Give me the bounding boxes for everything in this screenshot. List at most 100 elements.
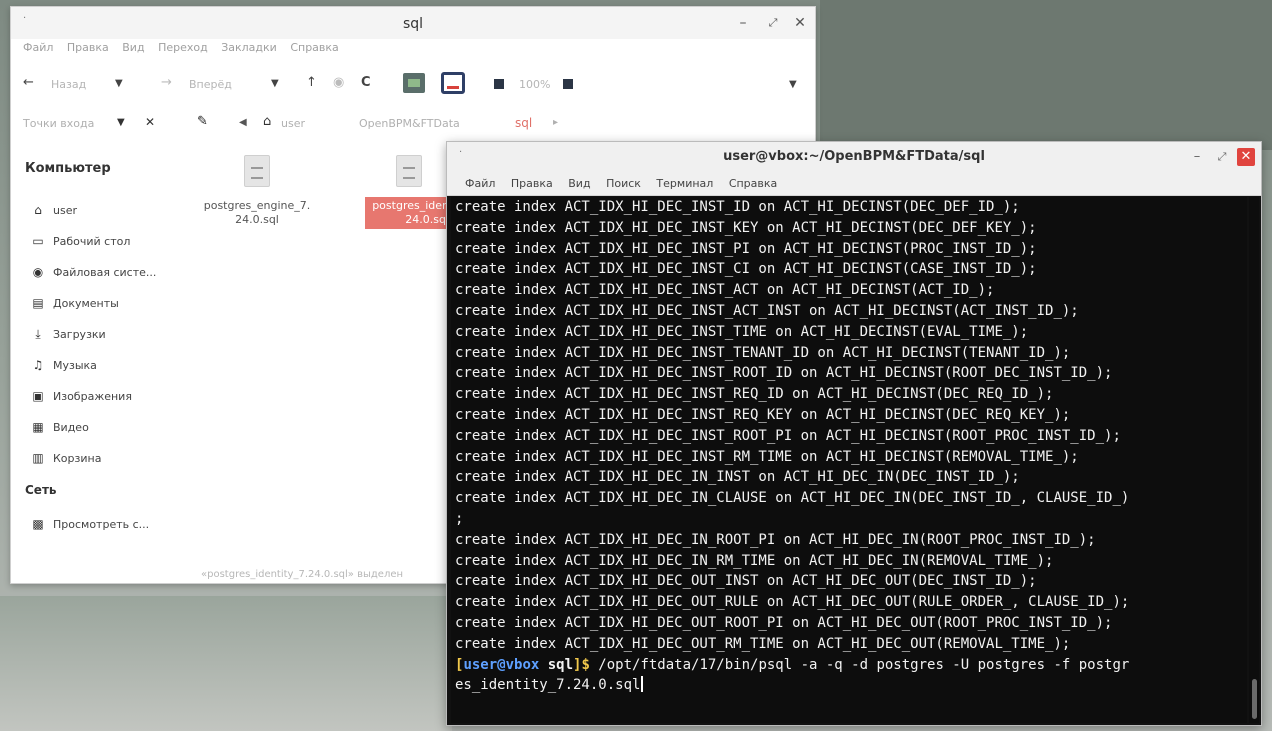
maximize-button[interactable]: ⤢ [763, 13, 783, 33]
output-line: create index ACT_IDX_HI_DEC_INST_REQ_KEY… [455, 406, 1071, 423]
sidebar-item-music[interactable]: ♫ Музыка [31, 356, 181, 374]
minimize-button[interactable]: – [733, 13, 753, 33]
home-crumb-icon[interactable]: ⌂ [263, 114, 271, 129]
file-item-selected[interactable]: postgres_iden 24.0.sql [365, 155, 453, 229]
output-line: create index ACT_IDX_HI_DEC_INST_REQ_ID … [455, 386, 1054, 403]
terminal-scrollbar[interactable] [1249, 197, 1259, 723]
pictures-icon: ▣ [32, 389, 44, 403]
sidebar-item-trash[interactable]: ▥ Корзина [31, 449, 181, 467]
output-line: create index ACT_IDX_HI_DEC_INST_ACT_INS… [455, 302, 1079, 319]
forward-history-chevron-icon[interactable]: ▼ [271, 78, 279, 89]
crumb-user[interactable]: user [281, 117, 305, 130]
sidebar-item-filesystem[interactable]: ◉ Файловая систе... [31, 263, 181, 281]
output-line: create index ACT_IDX_HI_DEC_INST_PI on A… [455, 240, 1037, 257]
output-line: create index ACT_IDX_HI_DEC_INST_ROOT_PI… [455, 427, 1121, 444]
sidebar-item-downloads[interactable]: ⤓ Загрузки [31, 325, 181, 343]
places-chevron-icon[interactable]: ▼ [117, 117, 125, 128]
text-cursor [641, 676, 644, 693]
output-line: create index ACT_IDX_HI_DEC_INST_ID on A… [455, 199, 1020, 215]
output-line: create index ACT_IDX_HI_DEC_INST_CI on A… [455, 261, 1037, 278]
minimize-button[interactable]: – [1187, 147, 1207, 167]
close-button[interactable]: ✕ [1237, 148, 1255, 166]
file-item[interactable]: postgres_engine_7. 24.0.sql [197, 155, 317, 229]
desktop-band-bottom [0, 596, 452, 731]
sidebar-item-label: Рабочий стол [53, 235, 131, 248]
output-line: create index ACT_IDX_HI_DEC_IN_RM_TIME o… [455, 552, 1054, 569]
zoom-out-icon[interactable] [494, 79, 504, 89]
desktop-icon: ▭ [32, 234, 44, 248]
prompt-cwd: sql [539, 656, 574, 673]
video-icon: ▦ [32, 420, 44, 434]
terminal-titlebar[interactable]: · user@vbox:~/OpenBPM&FTData/sql – ⤢ ✕ [447, 142, 1261, 172]
sidebar-item-user[interactable]: ⌂ user [31, 201, 181, 219]
file-manager-menubar: Файл Правка Вид Переход Закладки Справка [11, 41, 815, 61]
sidebar-item-browse-network[interactable]: ▩ Просмотреть с... [31, 515, 181, 533]
sql-file-icon [396, 155, 422, 187]
path-left-icon[interactable]: ◀ [239, 117, 247, 128]
output-line: create index ACT_IDX_HI_DEC_OUT_RM_TIME … [455, 635, 1071, 652]
terminal-window: · user@vbox:~/OpenBPM&FTData/sql – ⤢ ✕ Ф… [446, 141, 1262, 726]
terminal-output[interactable]: create index ACT_IDX_HI_DEC_INST_ID on A… [451, 197, 1247, 723]
output-line: create index ACT_IDX_HI_DEC_INST_TIME on… [455, 323, 1029, 340]
maximize-button[interactable]: ⤢ [1212, 147, 1232, 167]
stop-icon[interactable]: ◉ [333, 75, 344, 90]
output-line: create index ACT_IDX_HI_DEC_INST_ACT on … [455, 282, 995, 299]
menu-bookmarks[interactable]: Закладки [221, 41, 277, 54]
file-manager-sidebar: Компьютер ⌂ user ▭ Рабочий стол ◉ Файловая … [11, 145, 191, 583]
status-bar-text: «postgres_identity_7.24.0.sql» выделен [201, 569, 404, 580]
close-sidebar-icon[interactable]: ✕ [145, 115, 155, 129]
zoom-level: 100% [519, 78, 551, 91]
sidebar-item-video[interactable]: ▦ Видео [31, 418, 181, 436]
menu-edit[interactable]: Правка [511, 177, 553, 190]
file-manager-pathbar: Точки входа ▼ ✕ ✎ ◀ ⌂ user OpenBPM&FTDat… [11, 107, 815, 143]
edit-path-icon[interactable]: ✎ [197, 114, 208, 129]
prompt-close: ]$ [573, 656, 590, 673]
sidebar-item-label: Корзина [53, 452, 102, 465]
back-arrow-icon[interactable]: ← [23, 75, 34, 90]
terminal-title: user@vbox:~/OpenBPM&FTData/sql [723, 149, 985, 164]
menu-search[interactable]: Поиск [606, 177, 641, 190]
sidebar-item-label: Файловая систе... [53, 266, 157, 279]
up-arrow-icon[interactable]: ↑ [306, 75, 317, 90]
command-continuation-line: es_identity_7.24.0.sql [455, 675, 1247, 696]
path-right-icon[interactable]: ▸ [553, 117, 558, 128]
home-folder-icon[interactable] [403, 73, 425, 93]
file-manager-titlebar[interactable]: · sql – ⤢ ✕ [11, 7, 815, 39]
sql-file-icon [244, 155, 270, 187]
crumb-sql[interactable]: sql [515, 116, 532, 130]
menu-file[interactable]: Файл [465, 177, 495, 190]
close-button[interactable]: ✕ [790, 13, 810, 33]
sidebar-item-label: Видео [53, 421, 89, 434]
computer-icon[interactable] [441, 72, 465, 94]
sidebar-item-documents[interactable]: ▤ Документы [31, 294, 181, 312]
home-icon: ⌂ [34, 203, 42, 217]
menu-go[interactable]: Переход [158, 41, 208, 54]
back-history-chevron-icon[interactable]: ▼ [115, 78, 123, 89]
menu-view[interactable]: Вид [568, 177, 590, 190]
zoom-in-icon[interactable] [563, 79, 573, 89]
menu-help[interactable]: Справка [729, 177, 777, 190]
crumb-openbpm[interactable]: OpenBPM&FTData [359, 117, 460, 130]
forward-button-label[interactable]: Вперёд [189, 78, 232, 91]
menu-terminal[interactable]: Терминал [656, 177, 713, 190]
menu-view[interactable]: Вид [122, 41, 144, 54]
output-line: create index ACT_IDX_HI_DEC_INST_KEY on … [455, 219, 1037, 236]
back-button-label[interactable]: Назад [51, 78, 86, 91]
output-line: create index ACT_IDX_HI_DEC_IN_ROOT_PI o… [455, 531, 1096, 548]
command-text: /opt/ftdata/17/bin/psql -a -q -d postgre… [589, 656, 1130, 673]
trash-icon: ▥ [32, 451, 44, 465]
places-dropdown-label[interactable]: Точки входа [23, 117, 94, 130]
window-title: sql [402, 16, 424, 32]
scrollbar-thumb[interactable] [1252, 679, 1257, 719]
menu-edit[interactable]: Правка [67, 41, 109, 54]
menu-help[interactable]: Справка [290, 41, 338, 54]
sidebar-item-desktop[interactable]: ▭ Рабочий стол [31, 232, 181, 250]
menu-file[interactable]: Файл [23, 41, 53, 54]
output-line: create index ACT_IDX_HI_DEC_OUT_RULE on … [455, 594, 1130, 611]
view-mode-chevron-icon[interactable]: ▼ [789, 79, 797, 90]
sidebar-item-pictures[interactable]: ▣ Изображения [31, 387, 181, 405]
sidebar-item-label: Документы [53, 297, 119, 310]
output-line: create index ACT_IDX_HI_DEC_IN_INST on A… [455, 469, 1020, 486]
reload-icon[interactable]: C [361, 75, 371, 90]
forward-arrow-icon[interactable]: → [161, 75, 172, 90]
